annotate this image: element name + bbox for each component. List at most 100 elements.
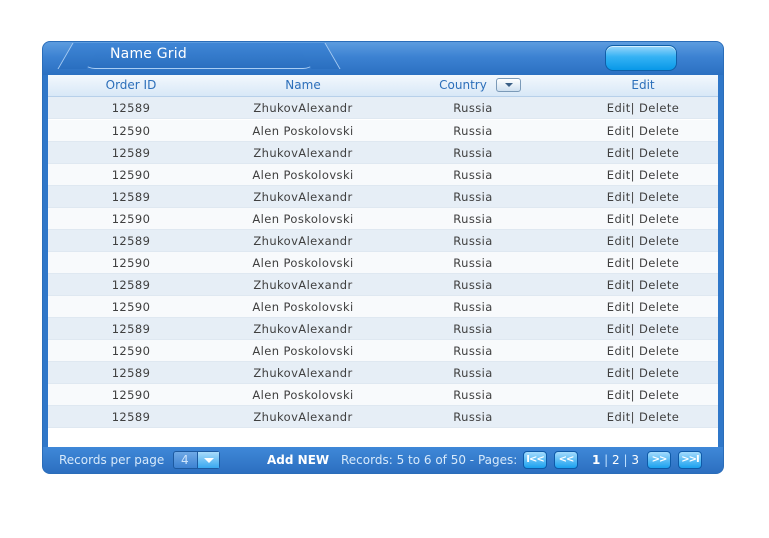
edit-delete-separator: | <box>630 234 640 248</box>
table-row[interactable]: 12589 ZhukovAlexandr Russia Edit| Delete <box>48 274 718 296</box>
table-row[interactable]: 12589 ZhukovAlexandr Russia Edit| Delete <box>48 406 718 428</box>
order-id-cell: 12589 <box>111 366 151 380</box>
table-row[interactable]: 12589 ZhukovAlexandr Russia Edit| Delete <box>48 230 718 252</box>
edit-link[interactable]: Edit <box>607 366 631 380</box>
country-cell: Russia <box>453 101 493 115</box>
page-links: 1 | 2 | 3 <box>592 453 639 467</box>
table-row[interactable]: 12590 Alen Poskolovski Russia Edit| Delete <box>48 384 718 406</box>
delete-link[interactable]: Delete <box>639 366 679 380</box>
order-id-cell: 12590 <box>111 124 151 138</box>
delete-link[interactable]: Delete <box>639 146 679 160</box>
edit-delete-cell: Edit| Delete <box>588 212 698 226</box>
order-id-cell: 12589 <box>111 322 151 336</box>
delete-link[interactable]: Delete <box>639 190 679 204</box>
table-row[interactable]: 12589 ZhukovAlexandr Russia Edit| Delete <box>48 142 718 164</box>
delete-link[interactable]: Delete <box>639 410 679 424</box>
data-grid: Order ID Name Country Edit 12589 ZhukovAl… <box>48 75 718 447</box>
first-page-button[interactable]: I<< <box>523 451 547 469</box>
country-sort-dropdown[interactable] <box>496 78 521 92</box>
chevron-down-icon[interactable] <box>197 452 219 468</box>
table-row[interactable]: 12589 ZhukovAlexandr Russia Edit| Delete <box>48 97 718 119</box>
table-row[interactable]: 12590 Alen Poskolovski Russia Edit| Delete <box>48 208 718 230</box>
edit-link[interactable]: Edit <box>607 388 631 402</box>
column-header-name[interactable]: Name <box>223 78 383 92</box>
country-cell: Russia <box>453 234 493 248</box>
edit-link[interactable]: Edit <box>607 300 631 314</box>
page-link-3[interactable]: 3 <box>631 453 639 467</box>
country-cell: Russia <box>453 366 493 380</box>
table-row[interactable]: 12589 ZhukovAlexandr Russia Edit| Delete <box>48 186 718 208</box>
delete-link[interactable]: Delete <box>639 101 679 115</box>
table-row[interactable]: 12590 Alen Poskolovski Russia Edit| Delete <box>48 340 718 362</box>
next-page-button[interactable]: >> <box>647 451 671 469</box>
edit-link[interactable]: Edit <box>607 190 631 204</box>
edit-delete-cell: Edit| Delete <box>588 300 698 314</box>
delete-link[interactable]: Delete <box>639 344 679 358</box>
records-per-page-label: Records per page <box>59 453 165 467</box>
edit-delete-cell: Edit| Delete <box>588 190 698 204</box>
header-action-button[interactable] <box>605 45 677 71</box>
column-header-order-id[interactable]: Order ID <box>86 78 176 92</box>
delete-link[interactable]: Delete <box>639 322 679 336</box>
prev-page-button[interactable]: << <box>554 451 578 469</box>
grid-title: Name Grid <box>110 46 187 62</box>
edit-link[interactable]: Edit <box>607 256 631 270</box>
edit-delete-separator: | <box>630 146 640 160</box>
table-row[interactable]: 12590 Alen Poskolovski Russia Edit| Delete <box>48 120 718 142</box>
edit-delete-separator: | <box>630 101 640 115</box>
edit-link[interactable]: Edit <box>607 101 631 115</box>
name-cell: ZhukovAlexandr <box>253 366 353 380</box>
edit-delete-cell: Edit| Delete <box>588 388 698 402</box>
order-id-cell: 12590 <box>111 256 151 270</box>
edit-link[interactable]: Edit <box>607 234 631 248</box>
edit-delete-cell: Edit| Delete <box>588 278 698 292</box>
records-per-page-value: 4 <box>181 453 189 467</box>
page-separator: | <box>619 453 632 467</box>
records-per-page-select[interactable]: 4 <box>173 451 220 469</box>
last-page-button[interactable]: >>I <box>678 451 702 469</box>
edit-delete-cell: Edit| Delete <box>588 234 698 248</box>
name-cell: ZhukovAlexandr <box>253 278 353 292</box>
edit-link[interactable]: Edit <box>607 212 631 226</box>
country-cell: Russia <box>453 410 493 424</box>
table-row[interactable]: 12590 Alen Poskolovski Russia Edit| Delete <box>48 164 718 186</box>
order-id-cell: 12589 <box>111 410 151 424</box>
delete-link[interactable]: Delete <box>639 278 679 292</box>
records-info: Records: 5 to 6 of 50 - Pages: <box>341 453 518 467</box>
delete-link[interactable]: Delete <box>639 388 679 402</box>
delete-link[interactable]: Delete <box>639 124 679 138</box>
column-header-edit: Edit <box>631 78 655 92</box>
delete-link[interactable]: Delete <box>639 212 679 226</box>
name-cell: Alen Poskolovski <box>252 256 354 270</box>
edit-delete-separator: | <box>630 344 640 358</box>
edit-link[interactable]: Edit <box>607 124 631 138</box>
table-row[interactable]: 12590 Alen Poskolovski Russia Edit| Delete <box>48 296 718 318</box>
delete-link[interactable]: Delete <box>639 300 679 314</box>
edit-link[interactable]: Edit <box>607 278 631 292</box>
delete-link[interactable]: Delete <box>639 256 679 270</box>
edit-delete-separator: | <box>630 322 640 336</box>
column-header-country[interactable]: Country <box>418 78 508 92</box>
edit-link[interactable]: Edit <box>607 146 631 160</box>
name-cell: ZhukovAlexandr <box>253 410 353 424</box>
table-row[interactable]: 12589 ZhukovAlexandr Russia Edit| Delete <box>48 318 718 340</box>
order-id-cell: 12589 <box>111 190 151 204</box>
edit-link[interactable]: Edit <box>607 344 631 358</box>
table-row[interactable]: 12590 Alen Poskolovski Russia Edit| Delete <box>48 252 718 274</box>
name-cell: ZhukovAlexandr <box>253 146 353 160</box>
table-row[interactable]: 12589 ZhukovAlexandr Russia Edit| Delete <box>48 362 718 384</box>
page-separator: | <box>600 453 613 467</box>
country-cell: Russia <box>453 212 493 226</box>
add-new-button[interactable]: Add NEW <box>267 453 329 467</box>
edit-link[interactable]: Edit <box>607 410 631 424</box>
edit-delete-separator: | <box>630 190 640 204</box>
page-link-2[interactable]: 2 <box>612 453 620 467</box>
edit-link[interactable]: Edit <box>607 168 631 182</box>
name-grid-panel: Name Grid Order ID Name Country Edit 125… <box>43 42 723 473</box>
delete-link[interactable]: Delete <box>639 234 679 248</box>
order-id-cell: 12590 <box>111 344 151 358</box>
edit-delete-cell: Edit| Delete <box>588 410 698 424</box>
country-cell: Russia <box>453 344 493 358</box>
edit-link[interactable]: Edit <box>607 322 631 336</box>
delete-link[interactable]: Delete <box>639 168 679 182</box>
